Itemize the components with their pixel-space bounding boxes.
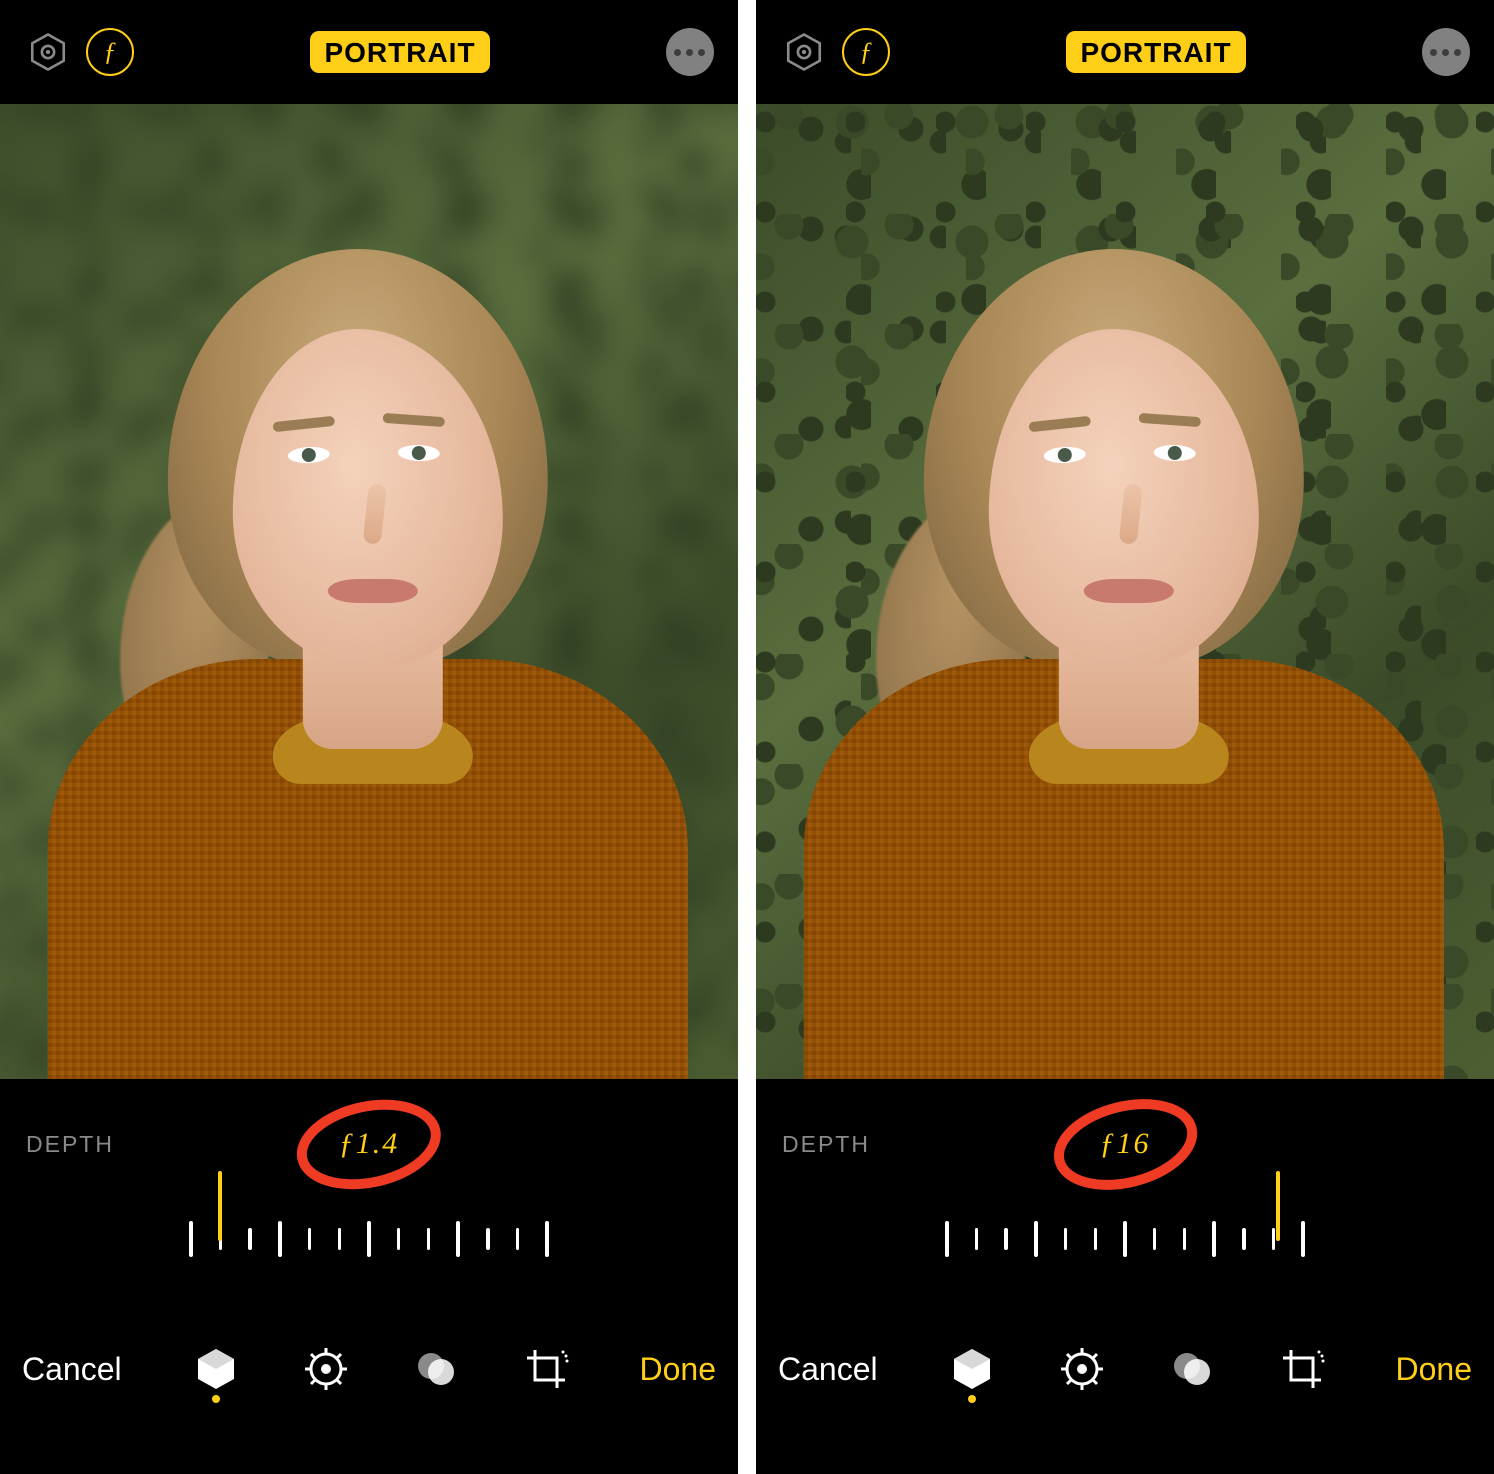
filters-tool-icon[interactable] [411, 1339, 461, 1399]
lighting-hex-icon[interactable] [780, 28, 828, 76]
editor-pane-left: ƒ PORTRAIT DEPTH ƒ1.4 [0, 0, 738, 1474]
aperture-f-icon[interactable]: ƒ [842, 28, 890, 76]
depth-label: DEPTH [782, 1131, 870, 1158]
depth-slider[interactable] [945, 1209, 1305, 1269]
slider-needle [218, 1171, 222, 1241]
bottom-toolbar: Cancel Done [756, 1304, 1494, 1434]
editor-pane-right: ƒ PORTRAIT DEPTH ƒ16 [756, 0, 1494, 1474]
more-button[interactable] [666, 28, 714, 76]
lighting-hex-icon[interactable] [24, 28, 72, 76]
portrait-subject [78, 209, 638, 1079]
portrait-lighting-tool-icon[interactable] [191, 1339, 241, 1399]
photo-preview[interactable] [0, 104, 738, 1079]
aperture-f-icon[interactable]: ƒ [86, 28, 134, 76]
done-button[interactable]: Done [1395, 1351, 1472, 1388]
active-tool-dot-icon [212, 1395, 220, 1403]
portrait-lighting-tool-icon[interactable] [947, 1339, 997, 1399]
depth-readout-row: DEPTH ƒ1.4 [0, 1079, 738, 1209]
cancel-button[interactable]: Cancel [778, 1351, 878, 1388]
top-bar: ƒ PORTRAIT [0, 0, 738, 104]
filters-tool-icon[interactable] [1167, 1339, 1217, 1399]
annotation-circle [1039, 1086, 1211, 1202]
depth-slider[interactable] [189, 1209, 549, 1269]
depth-readout-row: DEPTH ƒ16 [756, 1079, 1494, 1209]
annotation-circle [283, 1086, 455, 1202]
active-tool-dot-icon [968, 1395, 976, 1403]
adjust-tool-icon[interactable] [1057, 1339, 1107, 1399]
photo-preview[interactable] [756, 104, 1494, 1079]
done-button[interactable]: Done [639, 1351, 716, 1388]
crop-tool-icon[interactable] [1277, 1339, 1327, 1399]
cancel-button[interactable]: Cancel [22, 1351, 122, 1388]
depth-slider-row [0, 1209, 738, 1304]
portrait-subject [834, 209, 1394, 1079]
top-bar: ƒ PORTRAIT [756, 0, 1494, 104]
more-button[interactable] [1422, 28, 1470, 76]
depth-label: DEPTH [26, 1131, 114, 1158]
crop-tool-icon[interactable] [521, 1339, 571, 1399]
depth-slider-row [756, 1209, 1494, 1304]
mode-pill[interactable]: PORTRAIT [310, 31, 489, 73]
mode-pill[interactable]: PORTRAIT [1066, 31, 1245, 73]
bottom-toolbar: Cancel Done [0, 1304, 738, 1434]
adjust-tool-icon[interactable] [301, 1339, 351, 1399]
slider-needle [1276, 1171, 1280, 1241]
